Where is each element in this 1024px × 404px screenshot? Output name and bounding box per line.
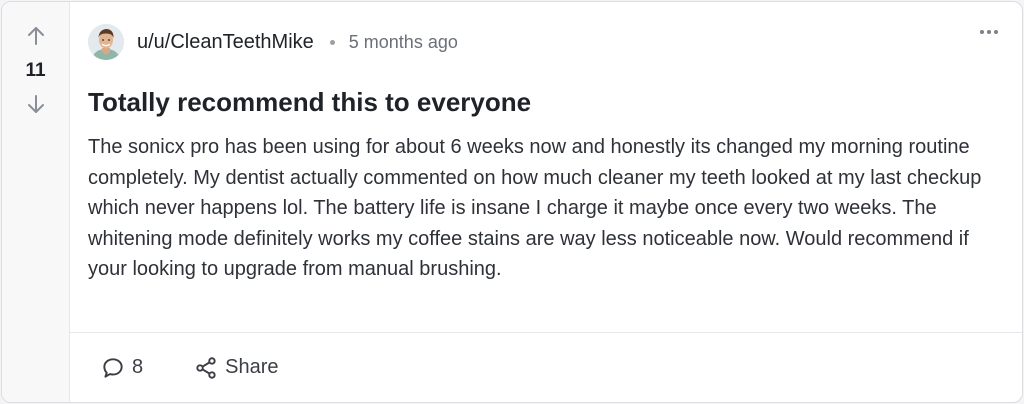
comment-icon: [103, 357, 123, 378]
separator-dot: [329, 39, 335, 45]
arrow-down-icon: [27, 95, 44, 113]
vote-score: 11: [25, 60, 46, 81]
arrow-up-icon: [27, 27, 44, 45]
vote-column: 11: [2, 2, 70, 402]
post-card: 11 u/u/CleanTeethMike 5 months ago Total…: [1, 1, 1023, 403]
more-options-button[interactable]: [980, 30, 998, 34]
share-icon: [196, 356, 216, 379]
post-title[interactable]: Totally recommend this to everyone: [88, 86, 1022, 118]
more-horizontal-icon: [980, 30, 984, 34]
post-header: u/u/CleanTeethMike 5 months ago: [70, 22, 1022, 62]
upvote-button[interactable]: [22, 22, 50, 50]
post-footer: 8 Share: [70, 332, 1022, 402]
more-dot: [994, 30, 998, 34]
downvote-button[interactable]: [22, 90, 50, 118]
comments-button[interactable]: 8: [100, 355, 143, 381]
post-author[interactable]: u/u/CleanTeethMike: [137, 31, 314, 54]
post-content: u/u/CleanTeethMike 5 months ago Totally …: [70, 2, 1022, 402]
post-body: The sonicx pro has been using for about …: [88, 136, 982, 280]
share-label: Share: [225, 356, 279, 378]
avatar[interactable]: [88, 24, 124, 60]
post-timestamp: 5 months ago: [348, 31, 458, 52]
more-dot: [987, 30, 991, 34]
share-button[interactable]: Share: [193, 355, 279, 381]
comment-count: 8: [132, 356, 144, 378]
